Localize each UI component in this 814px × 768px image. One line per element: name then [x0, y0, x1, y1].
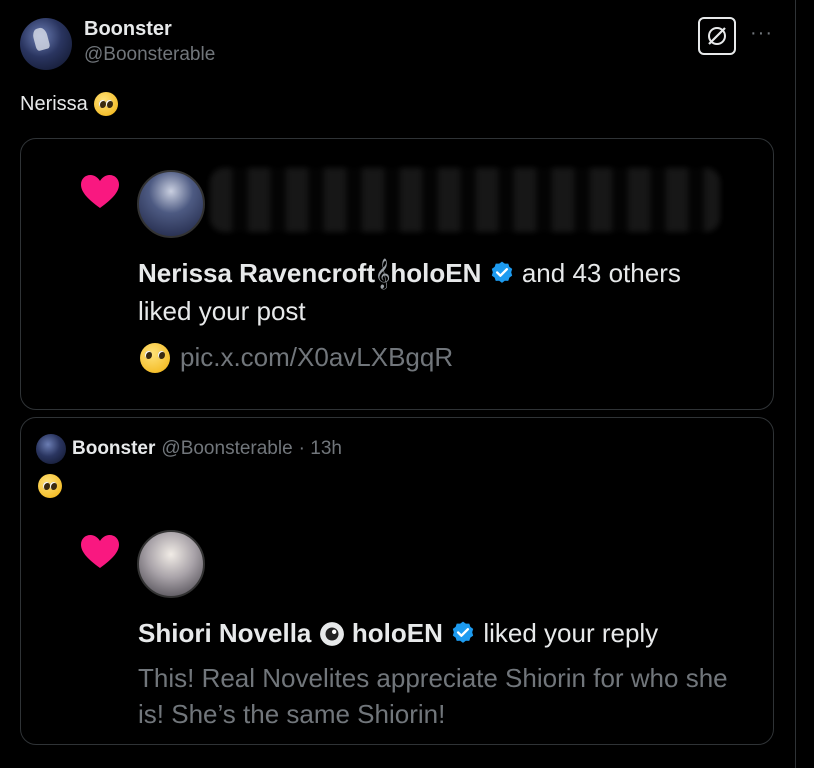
tweet-text-content: Nerissa — [20, 92, 88, 115]
pleading-face-icon — [38, 474, 62, 498]
author-handle[interactable]: @Boonsterable — [84, 44, 215, 66]
eye-icon — [319, 622, 344, 646]
actor-name: Shiori Novella — [138, 618, 312, 648]
actor-suffix: holoEN — [351, 618, 443, 648]
like-action-text: liked your post — [138, 296, 306, 326]
blurred-avatars — [210, 168, 720, 232]
treble-clef-icon: 𝄞 — [375, 258, 391, 288]
quoted-tweet-header: Boonster @Boonsterable · 13h — [36, 434, 342, 464]
liked-reply-text: This! Real Novelites appreciate Shiorin … — [138, 663, 728, 729]
quoted-display-name[interactable]: Boonster — [72, 438, 155, 460]
like-action-text: liked your reply — [483, 618, 659, 648]
tweet-text: Nerissa — [20, 92, 118, 116]
reply-like-notification-line: Shiori Novella holoEN liked your reply — [138, 618, 658, 649]
avatar[interactable] — [20, 18, 72, 70]
heart-icon — [81, 535, 119, 568]
quoted-handle[interactable]: @Boonsterable — [161, 438, 292, 460]
post-link[interactable]: pic.x.com/X0avLXBgqR — [180, 342, 453, 373]
column-divider — [795, 0, 796, 768]
heart-icon — [81, 175, 119, 208]
quoted-timestamp[interactable]: · 13h — [299, 438, 342, 460]
grok-icon — [708, 27, 726, 45]
grok-button[interactable] — [698, 17, 736, 55]
others-count: and 43 others — [521, 258, 681, 288]
like-notification-line: Nerissa Ravencroft𝄞holoEN and 43 others — [138, 258, 681, 290]
verified-icon — [491, 261, 512, 283]
pleading-face-icon — [93, 92, 118, 116]
pleading-face-icon — [140, 342, 170, 373]
author-display-name[interactable]: Boonster — [84, 18, 172, 41]
actor-suffix: holoEN — [390, 258, 482, 288]
avatar-nerissa — [137, 170, 205, 238]
actor-name: Nerissa Ravencroft — [138, 258, 375, 288]
quoted-avatar[interactable] — [36, 434, 66, 464]
verified-icon — [452, 621, 474, 643]
more-options-button[interactable]: ··· — [750, 22, 773, 45]
avatar-shiori — [137, 530, 205, 598]
post-link-row[interactable]: pic.x.com/X0avLXBgqR — [140, 342, 453, 373]
